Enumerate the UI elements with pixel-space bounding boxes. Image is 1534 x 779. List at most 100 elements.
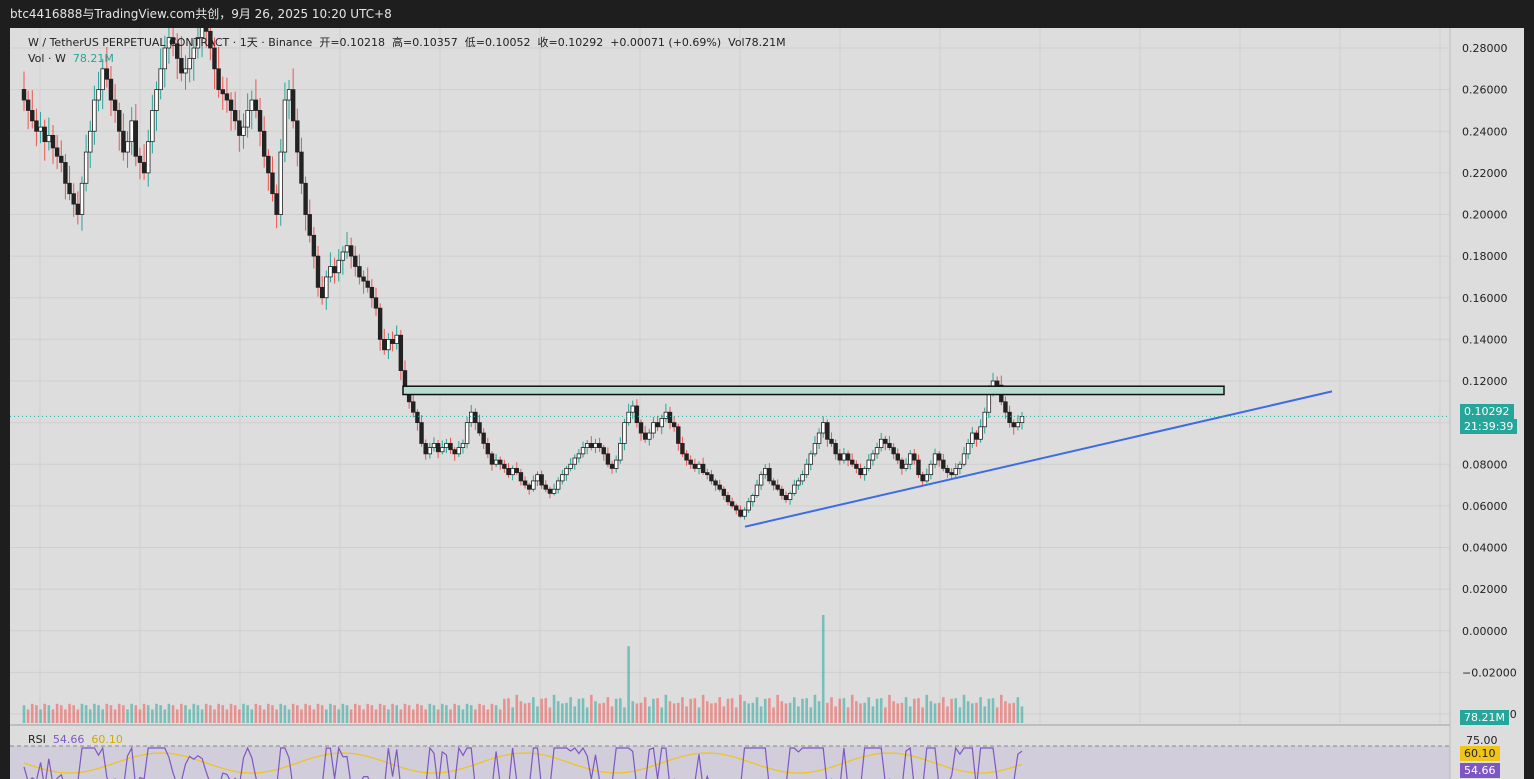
candle-body xyxy=(891,447,896,455)
volume-bar xyxy=(238,709,241,723)
volume-bar xyxy=(469,705,473,723)
candle-body xyxy=(415,411,420,424)
candle-body xyxy=(502,463,507,469)
volume-bar xyxy=(987,698,991,723)
candle-body xyxy=(754,484,760,496)
volume-bar xyxy=(84,705,88,723)
candle-body xyxy=(1011,422,1016,428)
volume-bar xyxy=(942,697,945,723)
candle-body xyxy=(518,472,524,482)
volume-bar xyxy=(751,702,755,723)
volume-bar xyxy=(250,709,254,723)
volume-bar xyxy=(30,703,34,723)
candle-body xyxy=(63,162,68,184)
volume-bar xyxy=(792,697,796,723)
volume-bar xyxy=(399,709,403,723)
candle-body xyxy=(837,453,842,461)
candle-body xyxy=(808,453,814,465)
volume-bar xyxy=(830,697,833,723)
candle-body xyxy=(630,405,635,413)
candle-body xyxy=(1015,422,1021,428)
volume-bar xyxy=(635,703,639,723)
volume-value: Vol78.21M xyxy=(728,36,786,49)
candle-body xyxy=(899,459,905,469)
volume-bar xyxy=(296,705,299,723)
price-tick-label: 0.20000 xyxy=(1462,209,1508,222)
candle-body xyxy=(742,509,747,517)
volume-bar xyxy=(498,709,502,723)
volume-bar xyxy=(275,709,278,723)
candle-body xyxy=(67,182,72,195)
candle-body xyxy=(618,443,623,461)
candle-body xyxy=(862,468,867,476)
candle-body xyxy=(232,110,238,122)
candle-body xyxy=(829,438,834,444)
volume-bar xyxy=(631,701,635,723)
volume-bar xyxy=(817,701,821,723)
volume-bar xyxy=(884,707,887,723)
price-tick-label: 0.04000 xyxy=(1462,542,1508,555)
candle-body xyxy=(21,89,27,101)
candle-body xyxy=(34,120,39,132)
volume-bar xyxy=(225,709,229,723)
candle-body xyxy=(920,474,925,482)
volume-bar xyxy=(937,702,941,723)
candle-body xyxy=(423,443,428,455)
volume-bar xyxy=(432,705,436,723)
volume-bar xyxy=(88,709,92,723)
volume-bar xyxy=(532,697,535,723)
volume-bar xyxy=(213,709,216,723)
symbol-title[interactable]: W / TetherUS PERPETUAL CONTRACT · 1天 · B… xyxy=(28,36,312,49)
rsi-ma-legend-value: 60.10 xyxy=(91,733,123,746)
volume-bar xyxy=(577,698,581,723)
volume-bar xyxy=(366,703,370,723)
price-tick-label: 0.22000 xyxy=(1462,167,1508,180)
watermark-text: btc4416888与TradingView.com共创，9月 26, 2025… xyxy=(10,7,392,21)
volume-bar xyxy=(610,706,614,723)
rsi-legend[interactable]: RSI 54.66 60.10 xyxy=(28,733,123,746)
chart-frame[interactable]: 0.28000 0.26000 0.24000 0.22000 0.20000 0.180… xyxy=(10,28,1524,779)
volume-bar xyxy=(1020,706,1024,723)
volume-bar xyxy=(382,705,386,723)
volume-bar xyxy=(387,709,390,723)
candle-body xyxy=(825,422,830,440)
price-chart[interactable]: 0.28000 0.26000 0.24000 0.22000 0.20000 0.180… xyxy=(10,28,1524,779)
candle-body xyxy=(850,459,855,465)
symbol-legend[interactable]: W / TetherUS PERPETUAL CONTRACT · 1天 · B… xyxy=(28,34,786,50)
candle-body xyxy=(253,99,259,111)
volume-bar xyxy=(656,698,659,723)
candle-body xyxy=(228,99,234,111)
candle-body xyxy=(667,411,673,424)
volume-bar xyxy=(55,703,59,723)
candle-body xyxy=(390,338,395,344)
volume-bar xyxy=(242,703,245,723)
volume-bar xyxy=(515,694,519,723)
volume-legend[interactable]: Vol · W 78.21M xyxy=(28,52,114,65)
candle-body xyxy=(787,492,793,501)
candle-body xyxy=(319,286,325,299)
volume-bar xyxy=(726,698,730,723)
volume-bar xyxy=(573,706,577,723)
volume-bar xyxy=(614,698,618,723)
volume-bar xyxy=(465,703,469,723)
volume-bar xyxy=(797,706,800,723)
candle-body xyxy=(30,110,35,122)
candle-body xyxy=(448,443,453,451)
candle-body xyxy=(377,307,383,340)
volume-bar xyxy=(888,694,891,723)
candle-body xyxy=(489,453,495,465)
price-tick-label: 0.08000 xyxy=(1462,458,1508,471)
candle-body xyxy=(854,463,859,469)
candle-body xyxy=(427,447,433,455)
volume-bar xyxy=(283,705,287,723)
volume-bar xyxy=(950,698,953,723)
volume-bar xyxy=(867,697,871,723)
volume-bar xyxy=(652,698,655,723)
candle-body xyxy=(903,463,909,469)
volume-bar xyxy=(966,701,970,723)
candle-body xyxy=(580,447,586,455)
volume-bar xyxy=(921,707,924,723)
volume-tag: 78.21M xyxy=(1460,710,1509,725)
resistance-zone xyxy=(402,385,1225,396)
candle-body xyxy=(344,245,350,253)
